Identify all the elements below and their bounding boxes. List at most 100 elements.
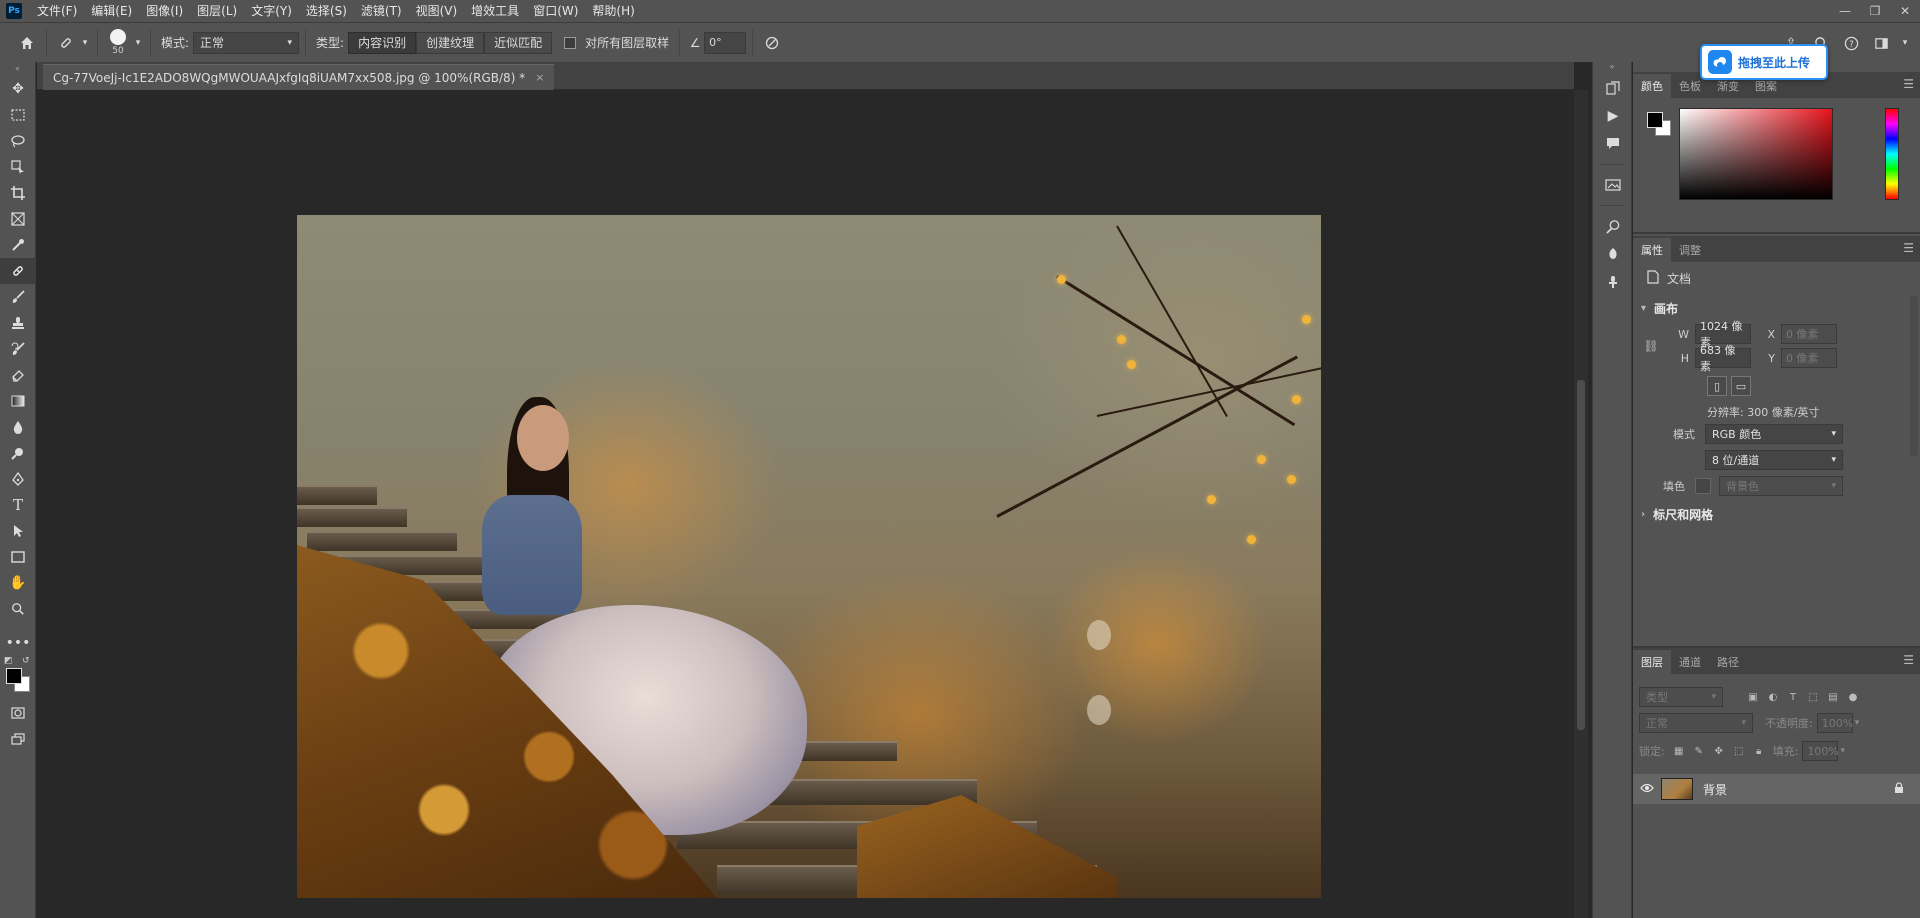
menu-file[interactable]: 文件(F) [30,0,84,22]
color-mode-select[interactable]: RGB 颜色 ▾ [1705,424,1843,444]
filter-pixel-icon[interactable]: ▣ [1743,687,1763,707]
link-icon[interactable]: ⛓ [1633,339,1669,353]
panel-menu-icon[interactable]: ☰ [1903,653,1914,667]
history-brush-tool-icon[interactable] [0,336,36,362]
hue-slider[interactable] [1885,108,1899,200]
angle-input[interactable]: 0° [704,31,747,54]
panel-menu-icon[interactable]: ☰ [1903,241,1914,255]
filter-type-icon[interactable]: T [1783,687,1803,707]
filter-adjustment-icon[interactable]: ◐ [1763,687,1783,707]
sample-all-layers-checkbox[interactable] [564,36,577,49]
lock-artboard-icon[interactable]: ⬚ [1729,741,1749,761]
home-icon[interactable] [14,30,40,56]
scrollbar-thumb[interactable] [1577,380,1585,730]
canvas-section-header[interactable]: ▾ 画布 [1633,300,1920,317]
eraser-tool-icon[interactable] [0,362,36,388]
history-panel-icon[interactable] [1593,74,1633,102]
quick-mask-icon[interactable] [0,700,36,726]
filter-shape-icon[interactable]: ⬚ [1803,687,1823,707]
width-input[interactable]: 1024 像素 [1695,320,1751,349]
default-colors-icon[interactable]: ◩ [4,656,13,666]
close-tab-icon[interactable]: × [535,71,544,84]
panel-menu-icon[interactable]: ☰ [1903,77,1914,91]
brush-tool-icon[interactable] [0,284,36,310]
screen-mode-icon[interactable] [0,726,36,752]
comments-icon[interactable] [1593,130,1633,158]
fill-select[interactable]: 背景色 ▾ [1719,476,1843,496]
fill-color-swatch[interactable] [1695,478,1711,494]
hand-tool-icon[interactable]: ✋ [0,570,36,596]
y-input[interactable]: 0 像素 [1781,348,1837,368]
chevron-down-icon[interactable]: ▾ [132,30,144,56]
crop-tool-icon[interactable] [0,180,36,206]
move-tool-icon[interactable]: ✥ [0,76,36,102]
brush-settings-icon[interactable] [1593,240,1633,268]
tab-paths[interactable]: 路径 [1709,650,1747,674]
healing-brush-preset-icon[interactable] [53,30,79,56]
workspace-icon[interactable] [1868,30,1894,56]
object-selection-tool-icon[interactable] [0,154,36,180]
type-proximity-match-button[interactable]: 近似匹配 [484,31,553,54]
restore-button[interactable]: ❐ [1860,0,1890,22]
type-tool-icon[interactable]: T [0,492,36,518]
frame-tool-icon[interactable] [0,206,36,232]
height-input[interactable]: 683 像素 [1695,344,1751,373]
lock-transparent-icon[interactable]: ▦ [1669,741,1689,761]
x-input[interactable]: 0 像素 [1781,324,1837,344]
fill-opacity-input[interactable]: 100% [1802,741,1839,761]
menu-view[interactable]: 视图(V) [409,0,465,22]
rulers-grids-section-header[interactable]: › 标尺和网格 [1633,506,1920,523]
filter-smart-object-icon[interactable]: ▤ [1823,687,1843,707]
menu-image[interactable]: 图像(I) [139,0,190,22]
foreground-color-swatch[interactable] [1647,112,1663,128]
menu-filter[interactable]: 滤镜(T) [354,0,409,22]
type-content-aware-button[interactable]: 内容识别 [348,31,417,54]
lock-image-icon[interactable]: ✎ [1689,741,1709,761]
layer-filter-select[interactable]: 类型 ▾ [1639,687,1723,707]
color-saturation-field[interactable] [1679,108,1833,200]
filter-toggle-icon[interactable]: ● [1843,687,1863,707]
bit-depth-select[interactable]: 8 位/通道 ▾ [1705,450,1843,470]
menu-type[interactable]: 文字(Y) [244,0,299,22]
adjustments-search-icon[interactable] [1593,212,1633,240]
blur-tool-icon[interactable] [0,414,36,440]
zoom-tool-icon[interactable] [0,596,36,622]
tab-channels[interactable]: 通道 [1671,650,1709,674]
layer-name[interactable]: 背景 [1703,781,1727,798]
lasso-tool-icon[interactable] [0,128,36,154]
menu-help[interactable]: 帮助(H) [585,0,641,22]
portrait-orientation-button[interactable]: ▯ [1707,376,1727,396]
visibility-eye-icon[interactable] [1633,782,1661,796]
marquee-tool-icon[interactable] [0,102,36,128]
spot-healing-brush-tool-icon[interactable] [0,258,36,284]
tab-color[interactable]: 颜色 [1633,74,1671,98]
rectangle-tool-icon[interactable] [0,544,36,570]
menu-edit[interactable]: 编辑(E) [84,0,139,22]
clone-stamp-tool-icon[interactable] [0,310,36,336]
landscape-orientation-button[interactable]: ▭ [1731,376,1751,396]
tab-layers[interactable]: 图层 [1633,650,1671,674]
more-tools-icon[interactable]: ••• [0,630,36,656]
document-image[interactable] [297,215,1321,898]
chevron-down-icon[interactable]: ▾ [1840,746,1845,756]
pressure-size-icon[interactable] [759,30,785,56]
close-button[interactable]: ✕ [1890,0,1920,22]
eyedropper-tool-icon[interactable] [0,232,36,258]
path-selection-tool-icon[interactable] [0,518,36,544]
upload-drop-button[interactable]: 拖拽至此上传 [1700,44,1828,80]
properties-scrollbar[interactable] [1910,296,1918,456]
tab-properties[interactable]: 属性 [1633,238,1671,262]
help-icon[interactable]: ? [1838,30,1864,56]
canvas-vertical-scrollbar[interactable] [1574,90,1588,918]
type-create-texture-button[interactable]: 创建纹理 [416,31,485,54]
opacity-input[interactable]: 100% [1816,713,1853,733]
menu-layer[interactable]: 图层(L) [190,0,244,22]
collapse-dock-icon[interactable]: » [1593,62,1631,74]
document-tab[interactable]: Cg-77VoeJj-Ic1E2ADO8WQgMWOUAAJxfgIq8iUAM… [43,64,555,90]
collapse-toolbar-icon[interactable]: « [0,62,35,76]
pen-tool-icon[interactable] [0,466,36,492]
menu-select[interactable]: 选择(S) [299,0,354,22]
swap-colors-icon[interactable]: ↺ [22,656,30,666]
layer-lock-icon[interactable] [1894,781,1904,797]
mode-select[interactable]: 正常 ▾ [193,31,300,54]
